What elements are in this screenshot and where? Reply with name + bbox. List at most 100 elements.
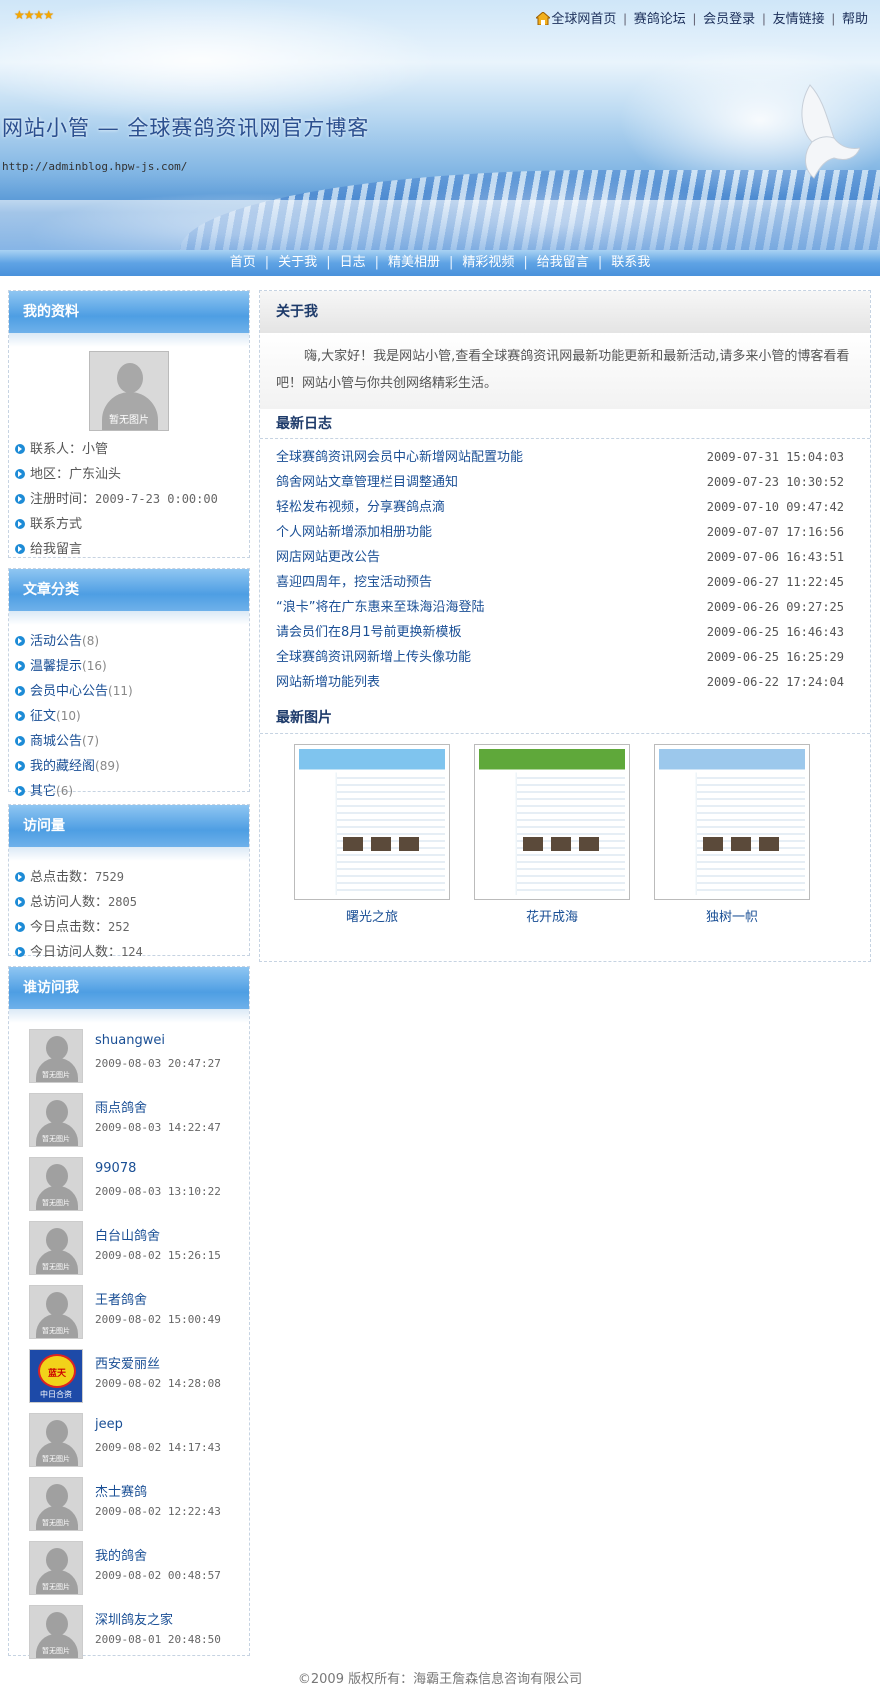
- log-item: 个人网站新增添加相册功能 2009-07-07 17:16:56: [260, 520, 870, 545]
- visitor-name[interactable]: 雨点鸽舍: [95, 1097, 147, 1116]
- visitor-avatar[interactable]: 暂无图片: [29, 1477, 83, 1531]
- visitor-avatar[interactable]: 暂无图片: [29, 1541, 83, 1595]
- nav-home[interactable]: 首页: [230, 255, 256, 270]
- log-title-link[interactable]: 喜迎四周年，挖宝活动预告: [276, 575, 432, 590]
- category-link[interactable]: 我的藏经阁: [30, 759, 95, 774]
- top-nav-help[interactable]: 帮助: [842, 11, 868, 26]
- person-silhouette-icon: [46, 1100, 68, 1124]
- log-date: 2009-06-27 11:22:45: [706, 575, 844, 589]
- visitor-avatar[interactable]: 暂无图片: [29, 1029, 83, 1083]
- profile-leave-message: 给我留言: [9, 537, 249, 562]
- log-item: 网站新增功能列表 2009-06-22 17:24:04: [260, 670, 870, 695]
- category-link[interactable]: 征文: [30, 709, 56, 724]
- visitor-name[interactable]: 王者鸽舍: [95, 1289, 147, 1308]
- visitor-item: 暂无图片 雨点鸽舍 2009-08-03 14:22:47: [9, 1087, 249, 1151]
- log-title-link[interactable]: 全球赛鸽资讯网会员中心新增网站配置功能: [276, 450, 523, 465]
- visitor-avatar[interactable]: 蓝天 中日合资: [29, 1349, 83, 1403]
- picture-caption[interactable]: 独树一帜: [654, 906, 810, 925]
- log-title-link[interactable]: “浪卡”将在广东惠来至珠海沿海登陆: [276, 600, 484, 615]
- top-nav-forum[interactable]: 赛鸽论坛: [634, 11, 686, 26]
- picture-item: 独树一帜: [654, 744, 810, 925]
- category-link[interactable]: 会员中心公告: [30, 684, 108, 699]
- category-link[interactable]: 活动公告: [30, 634, 82, 649]
- category-link[interactable]: 其它: [30, 784, 56, 799]
- brand-logo-caption: 中日合资: [40, 1390, 72, 1399]
- thumbnail-photo: [399, 837, 419, 851]
- visitor-name[interactable]: shuangwei: [95, 1033, 165, 1048]
- leave-message-link[interactable]: 给我留言: [30, 542, 82, 557]
- visitor-avatar[interactable]: 暂无图片: [29, 1605, 83, 1659]
- nav-about[interactable]: 关于我: [278, 255, 317, 270]
- visitor-item: 暂无图片 深圳鸽友之家 2009-08-01 20:48:50: [9, 1599, 249, 1663]
- picture-thumbnail[interactable]: [474, 744, 630, 900]
- log-title-link[interactable]: 个人网站新增添加相册功能: [276, 525, 432, 540]
- visit-stat-label: 总点击数：: [30, 870, 96, 885]
- latest-pictures: 曙光之旅 花开成海 独树一帜: [260, 733, 870, 933]
- site-url: http://adminblog.hpw-js.com/: [2, 160, 188, 173]
- person-silhouette-icon: [46, 1164, 68, 1188]
- visitor-time: 2009-08-02 15:00:49: [95, 1313, 221, 1326]
- visitor-item: 暂无图片 我的鸽舍 2009-08-02 00:48:57: [9, 1535, 249, 1599]
- log-date: 2009-07-31 15:04:03: [706, 450, 844, 464]
- arrow-bullet-icon: [15, 469, 25, 479]
- visitor-name[interactable]: 我的鸽舍: [95, 1545, 147, 1564]
- visitor-name[interactable]: jeep: [95, 1417, 123, 1432]
- log-title-link[interactable]: 网站新增功能列表: [276, 675, 380, 690]
- visitor-name[interactable]: 99078: [95, 1161, 136, 1176]
- visitor-avatar[interactable]: 暂无图片: [29, 1413, 83, 1467]
- thumbnail-photo: [703, 837, 723, 851]
- nav-message[interactable]: 给我留言: [537, 255, 589, 270]
- nav-album[interactable]: 精美相册: [388, 255, 440, 270]
- visitor-name[interactable]: 西安爱丽丝: [95, 1353, 160, 1372]
- visitor-avatar[interactable]: 暂无图片: [29, 1157, 83, 1211]
- visitor-avatar[interactable]: 暂无图片: [29, 1221, 83, 1275]
- visit-stat-value: 252: [108, 920, 130, 934]
- picture-caption[interactable]: 花开成海: [474, 906, 630, 925]
- nav-contact[interactable]: 联系我: [611, 255, 650, 270]
- person-silhouette-icon: [46, 1420, 68, 1444]
- profile-region: 地区：广东汕头: [9, 462, 249, 487]
- picture-thumbnail[interactable]: [654, 744, 810, 900]
- picture-thumbnail[interactable]: [294, 744, 450, 900]
- arrow-bullet-icon: [15, 519, 25, 529]
- visitor-name[interactable]: 杰士赛鸽: [95, 1481, 147, 1500]
- log-title-link[interactable]: 轻松发布视频，分享赛鸽点滴: [276, 500, 445, 515]
- category-item: 活动公告(8): [9, 629, 249, 654]
- nav-log[interactable]: 日志: [340, 255, 366, 270]
- nav-video[interactable]: 精彩视频: [462, 255, 514, 270]
- brand-logo-text: 蓝天: [47, 1369, 66, 1379]
- thumbnail-photo: [551, 837, 571, 851]
- visit-stat-value: 7529: [95, 870, 124, 884]
- visitor-name[interactable]: 白台山鸽舍: [95, 1225, 160, 1244]
- log-title-link[interactable]: 请会员们在8月1号前更换新模板: [276, 625, 462, 640]
- log-title-link[interactable]: 鸽舍网站文章管理栏目调整通知: [276, 475, 458, 490]
- visit-stat-value: 2805: [108, 895, 137, 909]
- log-date: 2009-07-10 09:47:42: [706, 500, 844, 514]
- arrow-bullet-icon: [15, 786, 25, 796]
- top-nav-links[interactable]: 友情链接: [773, 11, 825, 26]
- visitor-name[interactable]: 深圳鸽友之家: [95, 1609, 173, 1628]
- visitor-avatar[interactable]: 暂无图片: [29, 1285, 83, 1339]
- category-link[interactable]: 温馨提示: [30, 659, 82, 674]
- site-screenshot-thumbnail: [299, 749, 445, 895]
- visitor-avatar[interactable]: 暂无图片: [29, 1093, 83, 1147]
- visitors-panel: 谁访问我 暂无图片 shuangwei 2009-08-03 20:47:27 暂无图…: [8, 966, 250, 1659]
- log-title-link[interactable]: 网店网站更改公告: [276, 550, 380, 565]
- picture-caption[interactable]: 曙光之旅: [294, 906, 450, 925]
- visit-stat: 总点击数：7529: [9, 865, 249, 890]
- profile-avatar: 暂无图片: [89, 351, 169, 431]
- visitor-time: 2009-08-02 00:48:57: [95, 1569, 221, 1582]
- top-nav-login[interactable]: 会员登录: [703, 11, 755, 26]
- log-date: 2009-06-26 09:27:25: [706, 600, 844, 614]
- visitor-item: 暂无图片 白台山鸽舍 2009-08-02 15:26:15: [9, 1215, 249, 1279]
- top-nav-home[interactable]: 全球网首页: [551, 11, 616, 26]
- log-item: 全球赛鸽资讯网会员中心新增网站配置功能 2009-07-31 15:04:03: [260, 445, 870, 470]
- home-icon: [536, 12, 551, 25]
- category-link[interactable]: 商城公告: [30, 734, 82, 749]
- log-title-link[interactable]: 全球赛鸽资讯网新增上传头像功能: [276, 650, 471, 665]
- log-item: 请会员们在8月1号前更换新模板 2009-06-25 16:46:43: [260, 620, 870, 645]
- category-count: (8): [82, 634, 100, 648]
- contact-way-link[interactable]: 联系方式: [30, 517, 82, 532]
- main-content: 关于我 嗨,大家好！我是网站小管,查看全球赛鸽资讯网最新功能更新和最新活动,请多…: [259, 290, 871, 962]
- avatar-caption: 暂无图片: [42, 1583, 70, 1591]
